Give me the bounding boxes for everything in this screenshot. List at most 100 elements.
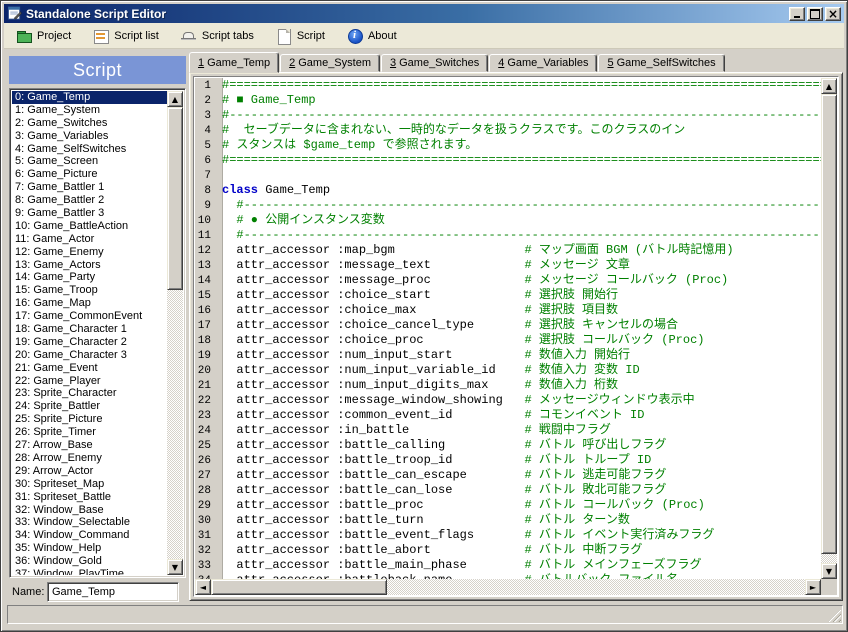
toolbar-button-about[interactable]: About <box>340 25 404 47</box>
script-list-item[interactable]: 16: Game_Map <box>12 297 167 310</box>
scroll-right-button[interactable]: ► <box>805 579 821 595</box>
code-segment-comment: # 選択肢 キャンセルの場合 <box>524 318 678 332</box>
script-list-item[interactable]: 15: Game_Troop <box>12 284 167 297</box>
script-list-item[interactable]: 31: Spriteset_Battle <box>12 491 167 504</box>
code-segment-keyword: class <box>222 183 258 197</box>
script-list-item[interactable]: 7: Game_Battler 1 <box>12 181 167 194</box>
script-list-item[interactable]: 11: Game_Actor <box>12 233 167 246</box>
script-list-item[interactable]: 1: Game_System <box>12 104 167 117</box>
code-segment-comment: # 戦闘中フラグ <box>524 423 610 437</box>
script-list-item[interactable]: 26: Sprite_Timer <box>12 426 167 439</box>
line-number: 6 <box>195 154 217 169</box>
toolbar-button-project[interactable]: Project <box>9 25 78 47</box>
scroll-up-button[interactable]: ▲ <box>821 78 837 94</box>
script-list-item[interactable]: 30: Spriteset_Map <box>12 478 167 491</box>
script-list-item[interactable]: 12: Game_Enemy <box>12 246 167 259</box>
line-number: 21 <box>195 379 217 394</box>
scrollbar-thumb[interactable] <box>211 579 387 595</box>
script-list-item[interactable]: 29: Arrow_Actor <box>12 465 167 478</box>
script-list-item[interactable]: 34: Window_Command <box>12 529 167 542</box>
line-number: 29 <box>195 499 217 514</box>
script-list-item[interactable]: 28: Arrow_Enemy <box>12 452 167 465</box>
window-title: Standalone Script Editor <box>26 7 789 21</box>
scrollbar-thumb[interactable] <box>821 94 837 554</box>
resize-grip[interactable] <box>828 609 841 622</box>
script-list-item[interactable]: 33: Window_Selectable <box>12 516 167 529</box>
script-list-item[interactable]: 4: Game_SelfSwitches <box>12 143 167 156</box>
script-list-item[interactable]: 23: Sprite_Character <box>12 387 167 400</box>
window: Standalone Script Editor Project Script l… <box>0 0 848 632</box>
editor-horizontal-scrollbar[interactable]: ◄ ► <box>195 579 821 595</box>
code-segment-plain: attr_accessor :common_event_id <box>222 408 524 422</box>
script-list-scrollbar[interactable]: ▲ ▼ <box>167 91 183 575</box>
script-list-item[interactable]: 37: Window_PlayTime <box>12 568 167 575</box>
maximize-button[interactable] <box>807 7 823 21</box>
toolbar-button-script[interactable]: Script <box>269 25 332 47</box>
script-list-item[interactable]: 10: Game_BattleAction <box>12 220 167 233</box>
tab-number: 5 <box>607 57 613 69</box>
script-list-item[interactable]: 27: Arrow_Base <box>12 439 167 452</box>
line-number: 13 <box>195 259 217 274</box>
script-list-item[interactable]: 36: Window_Gold <box>12 555 167 568</box>
code-line: 33 attr_accessor :battle_main_phase # バト… <box>195 558 821 573</box>
scroll-down-button[interactable]: ▼ <box>821 563 837 579</box>
tab-game_temp[interactable]: 1Game_Temp <box>189 52 279 73</box>
code-line: 20 attr_accessor :num_input_variable_id … <box>195 363 821 378</box>
code-line: 2# ■ Game_Temp <box>195 93 821 108</box>
tab-game_selfswitches[interactable]: 5Game_SelfSwitches <box>598 54 724 72</box>
code-segment-plain: attr_accessor :battle_abort <box>222 543 524 557</box>
code-line: 9 #-------------------------------------… <box>195 198 821 213</box>
scroll-up-button[interactable]: ▲ <box>167 91 183 107</box>
line-number: 33 <box>195 559 217 574</box>
scroll-left-button[interactable]: ◄ <box>195 579 211 595</box>
code-segment-comment: # バトル イベント実行済みフラグ <box>524 528 714 542</box>
toolbar-button-label: Script <box>297 30 325 42</box>
name-input[interactable] <box>47 582 179 602</box>
tab-game_variables[interactable]: 4Game_Variables <box>489 54 597 72</box>
editor-vertical-scrollbar[interactable]: ▲ ▼ <box>821 78 837 579</box>
code-segment-comment: # バトル コールバック (Proc) <box>524 498 704 512</box>
toolbar-button-script-list[interactable]: Script list <box>86 25 166 47</box>
code-line: 32 attr_accessor :battle_abort # バトル 中断フ… <box>195 543 821 558</box>
code-lines[interactable]: 1#======================================… <box>195 78 821 579</box>
script-list-item[interactable]: 22: Game_Player <box>12 375 167 388</box>
script-list-item[interactable]: 6: Game_Picture <box>12 168 167 181</box>
code-segment-plain: attr_accessor :message_window_showing <box>222 393 524 407</box>
code-line: 4# セーブデータに含まれない、一時的なデータを扱うクラスです。このクラスのイン <box>195 123 821 138</box>
script-list-item[interactable]: 2: Game_Switches <box>12 117 167 130</box>
code-segment-plain: attr_accessor :battle_proc <box>222 498 524 512</box>
code-segment-plain: attr_accessor :battle_calling <box>222 438 524 452</box>
script-list-item[interactable]: 25: Sprite_Picture <box>12 413 167 426</box>
close-button[interactable] <box>825 7 841 21</box>
script-list-item[interactable]: 21: Game_Event <box>12 362 167 375</box>
code-line: 5# スタンスは $game_temp で参照されます。 <box>195 138 821 153</box>
app-icon <box>7 6 23 21</box>
tabs-icon <box>181 28 197 44</box>
minimize-button[interactable] <box>789 7 805 21</box>
script-list-item[interactable]: 3: Game_Variables <box>12 130 167 143</box>
line-number: 24 <box>195 424 217 439</box>
tab-game_switches[interactable]: 3Game_Switches <box>381 54 488 72</box>
script-list-item[interactable]: 19: Game_Character 2 <box>12 336 167 349</box>
scroll-down-button[interactable]: ▼ <box>167 559 183 575</box>
script-list-item[interactable]: 0: Game_Temp <box>12 91 167 104</box>
code-segment-comment: #=======================================… <box>222 78 821 92</box>
toolbar-button-script-tabs[interactable]: Script tabs <box>174 25 261 47</box>
script-list-item[interactable]: 8: Game_Battler 2 <box>12 194 167 207</box>
list-icon <box>93 28 109 44</box>
script-list-item[interactable]: 18: Game_Character 1 <box>12 323 167 336</box>
script-list-item[interactable]: 13: Game_Actors <box>12 259 167 272</box>
script-list-item[interactable]: 9: Game_Battler 3 <box>12 207 167 220</box>
code-line: 6#======================================… <box>195 153 821 168</box>
script-list-item[interactable]: 24: Sprite_Battler <box>12 400 167 413</box>
script-list-item[interactable]: 32: Window_Base <box>12 504 167 517</box>
script-list-item[interactable]: 5: Game_Screen <box>12 155 167 168</box>
line-number: 4 <box>195 124 217 139</box>
script-list-item[interactable]: 14: Game_Party <box>12 271 167 284</box>
tab-game_system[interactable]: 2Game_System <box>280 54 380 72</box>
script-list-item[interactable]: 35: Window_Help <box>12 542 167 555</box>
script-list-item[interactable]: 17: Game_CommonEvent <box>12 310 167 323</box>
code-segment-comment: # バトル ターン数 <box>524 513 629 527</box>
script-list-item[interactable]: 20: Game_Character 3 <box>12 349 167 362</box>
scrollbar-thumb[interactable] <box>167 107 183 290</box>
